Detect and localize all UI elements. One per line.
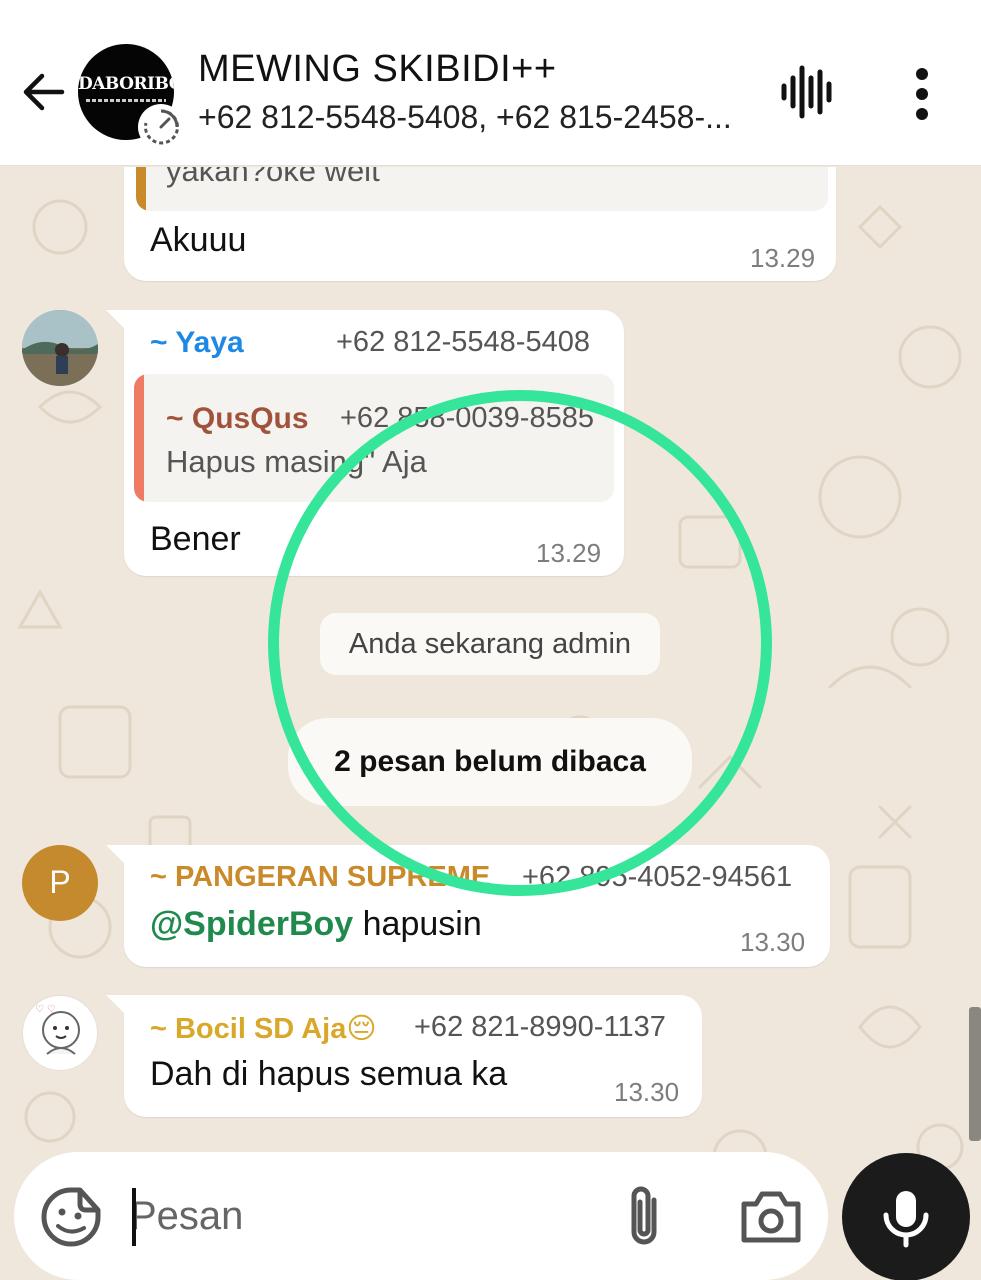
svg-text:♡ ♡: ♡ ♡ (35, 1004, 56, 1015)
mention-link[interactable]: @SpiderBoy (150, 905, 353, 943)
bubble-tail (106, 310, 128, 332)
quote-accent-bar (134, 374, 144, 502)
more-vertical-icon[interactable] (900, 66, 944, 122)
microphone-icon (883, 1191, 929, 1248)
message-text: Dah di hapus semua ka (150, 1055, 508, 1093)
avatar-photo (22, 310, 98, 386)
chat-header: DABORIBO MEWING SKIBIDI++ +62 812-5548-5… (0, 0, 981, 166)
message-text: @SpiderBoy hapusin (150, 905, 482, 944)
message-text: Akuuu (150, 221, 247, 259)
sender-name[interactable]: ~ Bocil SD Aja😔 (150, 1011, 377, 1046)
text-cursor (132, 1188, 136, 1246)
group-title[interactable]: MEWING SKIBIDI++ (198, 48, 557, 91)
sender-phone: +62 812-5548-5408 (336, 326, 590, 358)
message-bubble[interactable]: yakan?oke weit Akuuu 13.29 (124, 167, 836, 281)
message-bubble[interactable]: ~ Bocil SD Aja😔 +62 821-8990-1137 Dah di… (106, 995, 702, 1117)
microphone-button[interactable] (842, 1153, 970, 1280)
paperclip-icon[interactable] (618, 1182, 670, 1252)
message-body: hapusin (353, 905, 482, 943)
avatar-initial: P (49, 864, 71, 900)
highlight-circle-annotation (268, 390, 772, 896)
message-time: 13.29 (750, 243, 816, 273)
scrollbar[interactable] (969, 1007, 981, 1141)
message-time: 13.30 (740, 927, 806, 957)
camera-icon[interactable] (738, 1186, 804, 1248)
sticker-icon[interactable] (40, 1186, 102, 1248)
quote-accent-bar (136, 167, 146, 211)
group-avatar-logo-subline (86, 99, 166, 102)
message-input[interactable] (130, 1184, 570, 1248)
avatar-pangeran[interactable]: P (22, 845, 98, 921)
avatar-sticker-image: ♡ ♡ (35, 1004, 80, 1055)
sender-name[interactable]: ~ Yaya (150, 326, 244, 360)
message-time: 13.30 (614, 1077, 680, 1107)
chat-area[interactable]: yakan?oke weit Akuuu 13.29 ~ Yaya +62 81… (0, 167, 981, 1280)
audio-wave-icon[interactable] (778, 64, 834, 120)
message-text: Bener (150, 520, 241, 558)
group-members[interactable]: +62 812-5548-5408, +62 815-2458-... (198, 99, 758, 136)
avatar-bocil[interactable]: ♡ ♡ (22, 995, 98, 1071)
avatar-yaya[interactable] (22, 310, 98, 386)
bubble-tail (106, 845, 128, 867)
message-composer (14, 1152, 828, 1280)
quoted-message[interactable]: yakan?oke weit (136, 167, 828, 211)
back-arrow-icon[interactable] (18, 66, 70, 118)
quoted-text: yakan?oke weit (166, 167, 380, 188)
disappearing-timer-icon (138, 104, 184, 150)
sender-phone: +62 821-8990-1137 (414, 1011, 666, 1043)
bubble-tail (106, 995, 128, 1017)
group-avatar-logo: DABORIBO (78, 74, 174, 94)
quoted-sender: ~ QusQus (166, 402, 309, 435)
